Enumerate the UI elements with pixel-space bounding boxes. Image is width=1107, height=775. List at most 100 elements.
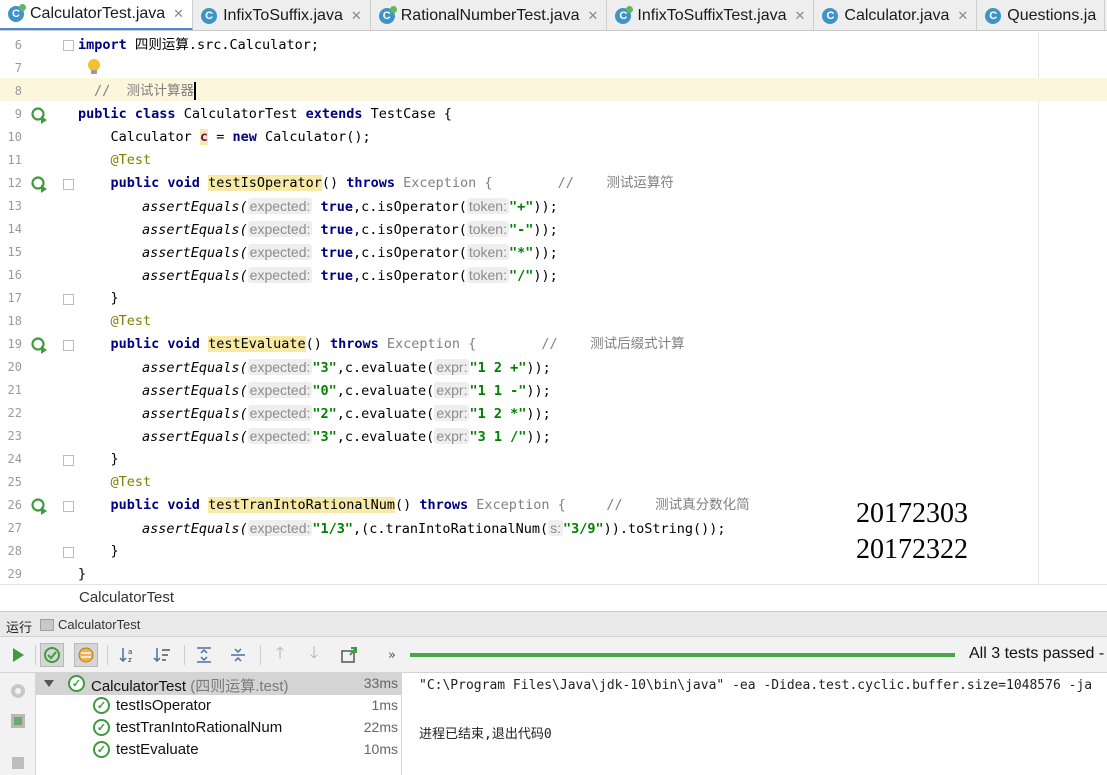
tab-rationalnumbertest[interactable]: C RationalNumberTest.java ✕ bbox=[371, 0, 608, 30]
fold-icon[interactable] bbox=[63, 40, 74, 51]
expand-all-icon bbox=[197, 647, 211, 663]
tab-calculatortest[interactable]: C CalculatorTest.java ✕ bbox=[0, 0, 194, 30]
text-caret bbox=[194, 82, 197, 100]
collapse-all-icon bbox=[231, 648, 245, 662]
console-line: 进程已结束,退出代码0 bbox=[419, 727, 552, 742]
show-passed-button[interactable] bbox=[40, 643, 64, 667]
code-line: assertEquals(expected: "3",c.evaluate(exp… bbox=[142, 359, 551, 376]
test-case-name: testIsOperator bbox=[116, 697, 212, 714]
test-passed-icon: ✓ bbox=[93, 741, 110, 758]
editor-tab-bar: C CalculatorTest.java ✕ C InfixToSuffix.… bbox=[0, 0, 1107, 31]
breadcrumb-item[interactable]: CalculatorTest bbox=[79, 589, 174, 606]
tab-infixtosuffixtest[interactable]: C InfixToSuffixTest.java ✕ bbox=[607, 0, 815, 30]
test-runner-toolbar: az 🡑 🡓 » All 3 tests passed - bbox=[0, 637, 1107, 673]
code-line: assertEquals(expected: true,c.isOperator… bbox=[142, 267, 558, 284]
show-ignored-button[interactable] bbox=[74, 643, 98, 667]
collapse-all-button[interactable] bbox=[226, 643, 250, 667]
tab-calculator[interactable]: C Calculator.java ✕ bbox=[814, 0, 978, 30]
svg-text:z: z bbox=[128, 656, 132, 664]
line-number: 26 bbox=[7, 498, 22, 512]
code-line: import 四则运算.src.Calculator; bbox=[78, 37, 319, 53]
close-icon[interactable]: ✕ bbox=[795, 8, 806, 24]
tab-label: RationalNumberTest.java bbox=[400, 6, 580, 24]
code-line: } bbox=[78, 566, 87, 582]
arrow-down-icon: 🡓 bbox=[309, 642, 319, 662]
close-icon[interactable]: ✕ bbox=[588, 8, 599, 24]
code-line: } bbox=[78, 543, 119, 559]
check-circle-icon bbox=[44, 647, 60, 663]
test-passed-icon: ✓ bbox=[93, 697, 110, 714]
run-test-icon[interactable] bbox=[30, 336, 48, 354]
test-progress-bar bbox=[410, 653, 955, 657]
class-test-icon: C bbox=[378, 5, 397, 24]
code-editor[interactable]: 6 7 8 9 10 11 12 13 14 15 16 17 18 19 20… bbox=[0, 32, 1107, 584]
test-case-row[interactable]: ✓ testEvaluate 10ms bbox=[36, 739, 402, 761]
run-test-icon[interactable] bbox=[30, 497, 48, 515]
code-line: assertEquals(expected: true,c.isOperator… bbox=[142, 221, 558, 238]
tab-infixtosuffix[interactable]: C InfixToSuffix.java ✕ bbox=[193, 0, 371, 30]
previous-failed-button[interactable]: 🡑 bbox=[268, 643, 292, 667]
play-icon bbox=[13, 648, 24, 662]
tab-label: Questions.ja bbox=[1007, 6, 1097, 24]
run-config-tab[interactable]: CalculatorTest bbox=[38, 615, 146, 635]
fold-icon[interactable] bbox=[63, 547, 74, 558]
close-icon[interactable]: ✕ bbox=[957, 8, 968, 24]
console-output[interactable]: "C:\Program Files\Java\jdk-10\bin\java" … bbox=[403, 673, 1107, 775]
run-label: 运行 bbox=[6, 620, 33, 635]
sort-duration-icon bbox=[153, 648, 170, 663]
test-duration: 10ms bbox=[363, 741, 398, 757]
console-line: "C:\Program Files\Java\jdk-10\bin\java" … bbox=[419, 678, 1093, 693]
sort-alpha-icon: az bbox=[119, 648, 132, 664]
line-number: 22 bbox=[7, 406, 22, 420]
run-test-icon[interactable] bbox=[30, 106, 48, 124]
test-case-name: testEvaluate bbox=[116, 741, 199, 758]
class-test-icon: C bbox=[615, 5, 634, 24]
test-case-row[interactable]: ✓ testTranIntoRationalNum 22ms bbox=[36, 717, 402, 739]
code-line: assertEquals(expected: "0",c.evaluate(exp… bbox=[142, 382, 551, 399]
line-number: 27 bbox=[7, 521, 22, 535]
student-id-text: 20172322 bbox=[856, 534, 968, 565]
rerun-button[interactable] bbox=[6, 643, 30, 667]
next-failed-button[interactable]: 🡓 bbox=[302, 643, 326, 667]
fold-icon[interactable] bbox=[63, 455, 74, 466]
sort-duration-button[interactable] bbox=[150, 643, 174, 667]
line-number: 25 bbox=[7, 475, 22, 489]
close-icon[interactable]: ✕ bbox=[173, 6, 184, 22]
fold-icon[interactable] bbox=[63, 501, 74, 512]
run-tool-window-header: 运行 CalculatorTest bbox=[0, 611, 1107, 637]
code-line: @Test bbox=[78, 313, 152, 329]
line-number: 8 bbox=[14, 84, 22, 98]
code-line: Calculator c = new Calculator(); bbox=[78, 129, 371, 145]
fold-icon[interactable] bbox=[63, 294, 74, 305]
close-icon[interactable]: ✕ bbox=[351, 8, 362, 24]
line-number: 15 bbox=[7, 245, 22, 259]
fold-icon[interactable] bbox=[63, 179, 74, 190]
code-line: @Test bbox=[78, 152, 152, 168]
line-number: 11 bbox=[7, 153, 22, 167]
more-actions-button[interactable]: » bbox=[380, 643, 404, 667]
expand-arrow-icon[interactable] bbox=[44, 680, 54, 687]
class-test-icon: C bbox=[8, 4, 26, 22]
svg-text:a: a bbox=[128, 648, 132, 656]
debug-icon[interactable] bbox=[8, 681, 28, 701]
lightbulb-icon[interactable] bbox=[87, 58, 101, 76]
stop-icon[interactable] bbox=[8, 753, 28, 773]
test-passed-icon: ✓ bbox=[93, 719, 110, 736]
line-number: 16 bbox=[7, 268, 22, 282]
tab-questions[interactable]: C Questions.ja bbox=[977, 0, 1106, 30]
test-suite-name: CalculatorTest (四则运算.test) bbox=[91, 678, 289, 695]
line-number: 9 bbox=[14, 107, 22, 121]
fold-icon[interactable] bbox=[63, 340, 74, 351]
expand-all-button[interactable] bbox=[192, 643, 216, 667]
test-summary: All 3 tests passed - bbox=[969, 645, 1105, 662]
coverage-icon[interactable] bbox=[8, 711, 28, 731]
run-test-icon[interactable] bbox=[30, 175, 48, 193]
line-number: 6 bbox=[14, 38, 22, 52]
sort-alpha-button[interactable]: az bbox=[116, 643, 140, 667]
class-icon: C bbox=[822, 7, 839, 24]
test-suite-row[interactable]: ✓ CalculatorTest (四则运算.test) 33ms bbox=[36, 673, 402, 695]
export-results-button[interactable] bbox=[337, 643, 361, 667]
test-case-row[interactable]: ✓ testIsOperator 1ms bbox=[36, 695, 402, 717]
line-number: 13 bbox=[7, 199, 22, 213]
code-line: assertEquals(expected: "3",c.evaluate(exp… bbox=[142, 428, 551, 445]
